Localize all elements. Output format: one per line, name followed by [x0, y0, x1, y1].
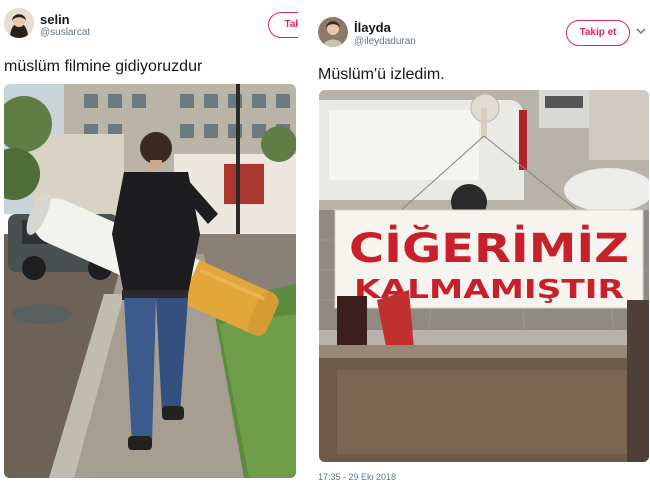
tweet-card-left: selin @suslarcat Takip et müslüm filmine…: [0, 0, 298, 488]
follow-button[interactable]: Takip et: [566, 20, 630, 46]
sign-text-line1: CİĞERİMİZ: [349, 224, 629, 272]
tweet-text: Müslüm'ü izledim.: [318, 66, 445, 83]
avatar-image: [318, 17, 348, 47]
timestamp[interactable]: 17:35 - 29 Eki 2018: [318, 472, 396, 482]
tweet-card-right: İlayda @ileydaduran Takip et Müslüm'ü iz…: [306, 0, 650, 488]
username[interactable]: @ileydaduran: [354, 36, 416, 47]
follow-button[interactable]: Takip et: [268, 12, 298, 38]
display-name[interactable]: selin: [40, 12, 70, 27]
photo-shop-window-sign: CİĞERİMİZ KALMAMIŞTIR: [319, 90, 649, 462]
avatar[interactable]: [318, 17, 348, 47]
avatar-image: [4, 8, 34, 38]
photo-man-carrying-giant-cigarette: [4, 84, 296, 478]
tweet-photo[interactable]: CİĞERİMİZ KALMAMIŞTIR: [319, 90, 649, 462]
username[interactable]: @suslarcat: [40, 27, 90, 38]
tweet-text: müslüm filmine gidiyoruzdur: [4, 58, 203, 75]
chevron-down-icon[interactable]: [636, 26, 646, 38]
tweet-photo[interactable]: [4, 84, 296, 478]
display-name[interactable]: İlayda: [354, 20, 391, 35]
avatar[interactable]: [4, 8, 34, 38]
divider: [298, 0, 306, 488]
